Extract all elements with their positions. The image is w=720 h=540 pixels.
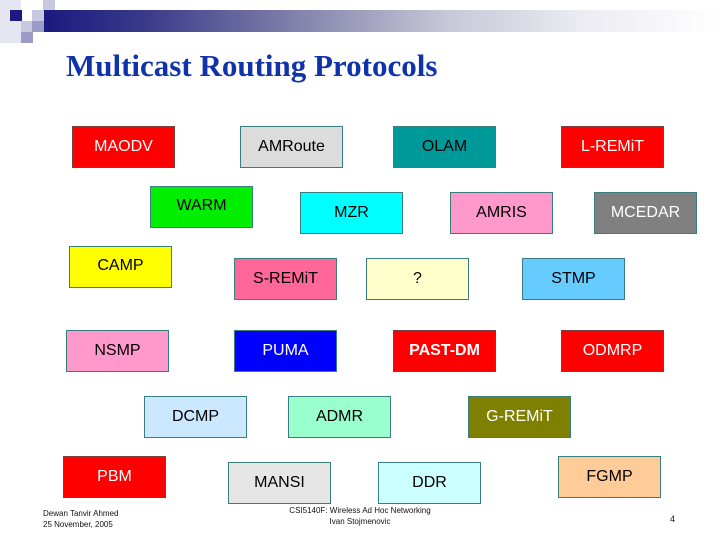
protocol-box-mansi: MANSI <box>228 462 331 504</box>
protocol-label: PBM <box>97 468 132 485</box>
protocol-label: DCMP <box>171 408 220 425</box>
header-decoration-square <box>32 10 44 21</box>
protocol-box-nsmp: NSMP <box>66 330 169 372</box>
protocol-box-g-remit: G-REMiT <box>468 396 571 438</box>
footer-author: Dewan Tanvir Ahmed 25 November, 2005 <box>43 508 118 530</box>
protocol-box-odmrp: ODMRP <box>561 330 664 372</box>
protocol-box-amris: AMRIS <box>450 192 553 234</box>
protocol-label: MANSI <box>254 474 305 491</box>
protocol-label: NSMP <box>94 342 141 359</box>
footer-date: 25 November, 2005 <box>43 520 113 529</box>
protocol-label: WARM <box>176 197 227 214</box>
slide-title: Multicast Routing Protocols <box>66 48 438 83</box>
protocol-box-olam: OLAM <box>393 126 496 168</box>
protocol-box-mcedar: MCEDAR <box>594 192 697 234</box>
header-decoration-square <box>21 32 33 43</box>
protocol-label: DDR <box>412 474 447 491</box>
protocol-box-past-dm: PAST-DM <box>393 330 496 372</box>
footer-author-name: Dewan Tanvir Ahmed <box>43 509 119 518</box>
protocol-label: FGMP <box>586 468 633 485</box>
footer-course-name: CSI5140F: Wireless Ad Hoc Networking <box>289 506 431 515</box>
protocol-box-dcmp: DCMP <box>144 396 247 438</box>
protocol-box-unknown: ? <box>366 258 469 300</box>
protocol-label: ? <box>413 270 422 287</box>
protocol-label: L-REMiT <box>580 138 645 155</box>
footer-instructor: Ivan Stojmenovic <box>329 517 391 526</box>
protocol-label: OLAM <box>421 138 468 155</box>
protocol-box-fgmp: FGMP <box>558 456 661 498</box>
header-gradient-bar <box>44 10 720 32</box>
protocol-box-s-remit: S-REMiT <box>234 258 337 300</box>
protocol-box-amroute: AMRoute <box>240 126 343 168</box>
protocol-label: MZR <box>334 204 369 221</box>
protocol-box-puma: PUMA <box>234 330 337 372</box>
protocol-box-maodv: MAODV <box>72 126 175 168</box>
protocol-label: S-REMiT <box>253 270 318 287</box>
protocol-label: AMRIS <box>476 204 527 221</box>
protocol-label: ODMRP <box>582 342 643 359</box>
header-decoration-square <box>0 21 21 43</box>
protocol-box-camp: CAMP <box>69 246 172 288</box>
footer-course: CSI5140F: Wireless Ad Hoc Networking Iva… <box>280 505 440 527</box>
header-decoration-square <box>32 21 44 32</box>
protocol-box-pbm: PBM <box>63 456 166 498</box>
protocol-box-warm: WARM <box>150 186 253 228</box>
header-decoration-square <box>10 10 22 21</box>
protocol-label: G-REMiT <box>486 408 553 425</box>
protocol-box-stmp: STMP <box>522 258 625 300</box>
protocol-label: CAMP <box>97 257 144 274</box>
protocol-label: MAODV <box>94 138 153 155</box>
protocol-box-ddr: DDR <box>378 462 481 504</box>
protocol-label: ADMR <box>315 408 364 425</box>
protocol-label: PAST-DM <box>409 342 480 359</box>
protocol-box-mzr: MZR <box>300 192 403 234</box>
protocol-box-admr: ADMR <box>288 396 391 438</box>
page-number: 4 <box>670 514 676 524</box>
protocol-label: PUMA <box>262 342 309 359</box>
protocol-label: STMP <box>551 270 596 287</box>
protocol-label: AMRoute <box>258 138 325 155</box>
protocol-label: MCEDAR <box>610 204 681 221</box>
protocol-box-l-remit: L-REMiT <box>561 126 664 168</box>
